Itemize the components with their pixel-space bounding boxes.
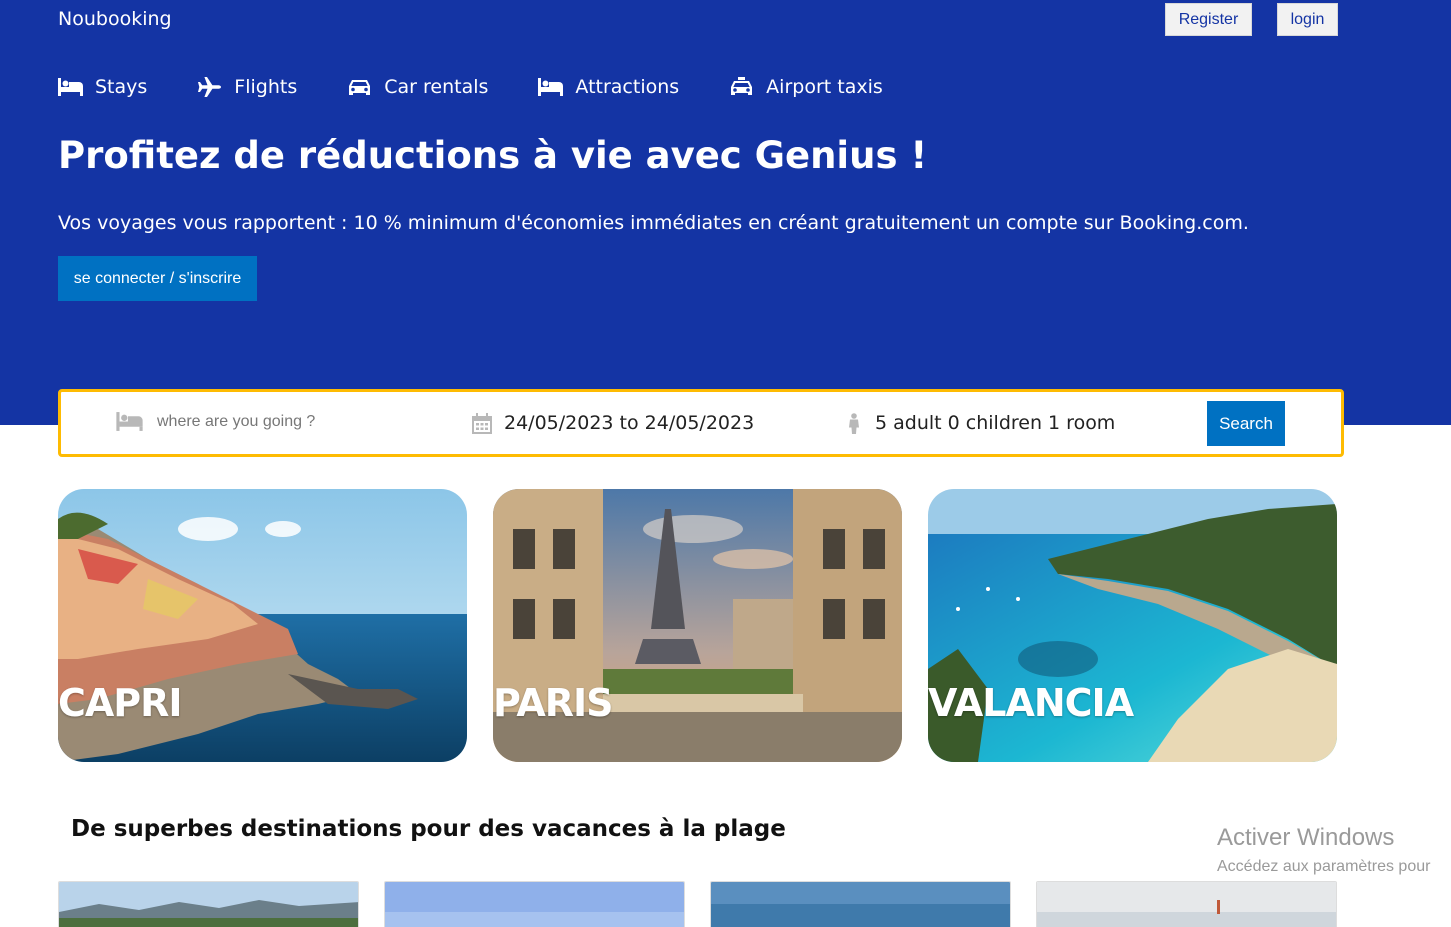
beach-destination-card[interactable] — [384, 881, 685, 927]
destination-card-capri[interactable]: CAPRI — [58, 489, 467, 762]
destination-field[interactable] — [116, 411, 427, 432]
nav-item-label: Flights — [234, 76, 298, 98]
person-icon — [849, 412, 859, 434]
nav-item-flights[interactable]: Flights — [197, 76, 297, 98]
destination-card-paris[interactable]: PARIS — [493, 489, 902, 762]
calendar-icon — [472, 412, 492, 434]
destination-name: VALANCIA — [928, 681, 1134, 725]
hero-title: Profitez de réductions à vie avec Genius… — [58, 134, 928, 177]
nav-item-label: Car rentals — [384, 76, 489, 98]
destination-name: CAPRI — [58, 681, 183, 725]
beach-image — [1037, 882, 1336, 927]
plane-icon — [198, 77, 222, 97]
nav-item-label: Attractions — [575, 76, 680, 98]
nav-item-airport-taxis[interactable]: Airport taxis — [729, 76, 883, 98]
car-icon — [349, 80, 371, 95]
hero-banner: Noubooking Register login Stays Flights … — [0, 0, 1451, 425]
destination-card-valencia[interactable]: VALANCIA — [928, 489, 1337, 762]
bed-icon — [538, 78, 564, 96]
date-range-text: 24/05/2023 to 24/05/2023 — [504, 412, 755, 434]
bed-icon — [116, 412, 143, 431]
beach-image — [59, 882, 358, 927]
search-bar: 24/05/2023 to 24/05/2023 5 adult 0 child… — [58, 389, 1344, 457]
signin-register-button[interactable]: se connecter / s'inscrire — [58, 256, 257, 301]
watermark-title: Activer Windows — [1217, 824, 1395, 851]
beach-destination-card[interactable] — [1036, 881, 1337, 927]
nav-item-label: Stays — [95, 76, 148, 98]
guests-text: 5 adult 0 children 1 room — [875, 412, 1116, 434]
page: Noubooking Register login Stays Flights … — [0, 0, 1451, 927]
windows-activation-watermark: Activer Windows Accédez aux paramètres p… — [1217, 824, 1430, 876]
register-button[interactable]: Register — [1165, 3, 1252, 36]
login-button[interactable]: login — [1277, 3, 1338, 36]
nav-item-stays[interactable]: Stays — [58, 76, 147, 98]
date-range-picker[interactable]: 24/05/2023 to 24/05/2023 — [472, 412, 754, 434]
bed-icon — [58, 78, 83, 96]
destination-input[interactable] — [157, 412, 427, 431]
taxi-icon — [731, 77, 753, 95]
main-nav: Stays Flights Car rentals Attractions Ai… — [58, 76, 933, 98]
hero-subtitle: Vos voyages vous rapportent : 10 % minim… — [58, 212, 1249, 234]
nav-item-attractions[interactable]: Attractions — [538, 76, 679, 98]
watermark-subtitle: Accédez aux paramètres pour — [1217, 858, 1431, 875]
beach-section-title: De superbes destinations pour des vacanc… — [71, 816, 786, 842]
nav-item-car-rentals[interactable]: Car rentals — [347, 76, 488, 98]
brand-logo[interactable]: Noubooking — [58, 8, 172, 30]
nav-item-label: Airport taxis — [766, 76, 883, 98]
beach-destination-card[interactable] — [710, 881, 1011, 927]
beach-destination-card[interactable] — [58, 881, 359, 927]
guests-selector[interactable]: 5 adult 0 children 1 room — [847, 412, 1115, 434]
destination-name: PARIS — [493, 681, 614, 725]
beach-image — [711, 882, 1010, 927]
search-button[interactable]: Search — [1207, 401, 1285, 446]
beach-image — [385, 882, 684, 927]
